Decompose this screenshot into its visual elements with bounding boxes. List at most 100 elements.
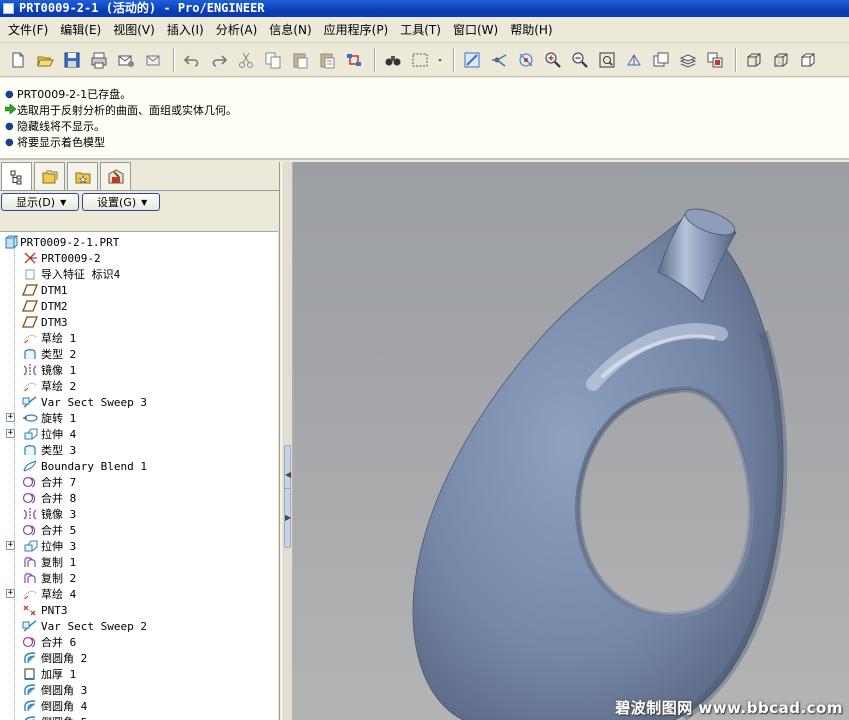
tree-item[interactable]: 合并 8 bbox=[0, 490, 278, 506]
menu-item-5[interactable]: 信息(N) bbox=[263, 21, 317, 38]
tree-item[interactable]: 类型 2 bbox=[0, 346, 278, 362]
tree-item[interactable]: + 草绘 4 bbox=[0, 586, 278, 602]
graphics-window[interactable]: 碧波制图网 www.bbcad.com bbox=[293, 162, 849, 720]
tree-item[interactable]: 复制 2 bbox=[0, 570, 278, 586]
view-manager-button[interactable] bbox=[703, 48, 727, 72]
title-bar[interactable]: PRT0009-2-1 (活动的) - Pro/ENGINEER bbox=[0, 0, 849, 17]
menu-item-6[interactable]: 应用程序(P) bbox=[318, 21, 395, 38]
tree-item[interactable]: Boundary Blend 1 bbox=[0, 458, 278, 474]
wireframe-button[interactable] bbox=[742, 48, 766, 72]
collapse-arrow-icon: ◀ bbox=[285, 470, 292, 479]
zoom-in-button[interactable] bbox=[541, 48, 565, 72]
find-button[interactable] bbox=[381, 48, 405, 72]
tree-item-label: 合并 8 bbox=[41, 492, 77, 505]
tree-item[interactable]: 合并 6 bbox=[0, 634, 278, 650]
tree-item[interactable]: + 拉伸 4 bbox=[0, 426, 278, 442]
expand-plus-icon[interactable]: + bbox=[6, 541, 15, 550]
regenerate-button[interactable] bbox=[342, 48, 366, 72]
tree-item[interactable]: 镜像 1 bbox=[0, 362, 278, 378]
expand-plus-icon[interactable]: + bbox=[6, 429, 15, 438]
reorient-button[interactable] bbox=[622, 48, 646, 72]
mail-attach-button[interactable] bbox=[141, 48, 165, 72]
tree-item[interactable]: 草绘 2 bbox=[0, 378, 278, 394]
tree-item[interactable]: 合并 5 bbox=[0, 522, 278, 538]
tree-item[interactable]: 倒圆角 5 bbox=[0, 714, 278, 720]
tab-model-tree[interactable] bbox=[1, 162, 32, 191]
tree-item[interactable]: 草绘 1 bbox=[0, 330, 278, 346]
tree-item-label: 合并 7 bbox=[41, 476, 77, 489]
tree-item[interactable]: 倒圆角 4 bbox=[0, 698, 278, 714]
hidden-line-button[interactable] bbox=[769, 48, 793, 72]
find-icon bbox=[385, 56, 401, 66]
no-hidden-button[interactable] bbox=[796, 48, 820, 72]
paste-button[interactable] bbox=[288, 48, 312, 72]
tree-item[interactable]: 加厚 1 bbox=[0, 666, 278, 682]
saved-views-button[interactable] bbox=[649, 48, 673, 72]
menu-item-9[interactable]: 帮助(H) bbox=[504, 21, 558, 38]
tree-item-label: 倒圆角 5 bbox=[41, 714, 87, 720]
tree-item[interactable]: DTM2 bbox=[0, 298, 278, 314]
redo-button[interactable] bbox=[207, 48, 231, 72]
tree-item[interactable]: 合并 7 bbox=[0, 474, 278, 490]
spin-center-button[interactable] bbox=[487, 48, 511, 72]
menu-item-8[interactable]: 窗口(W) bbox=[447, 21, 504, 38]
menu-item-0[interactable]: 文件(F) bbox=[2, 21, 54, 38]
settings-dropdown[interactable]: 设置(G) ▼ bbox=[82, 193, 160, 211]
tree-item[interactable]: 复制 1 bbox=[0, 554, 278, 570]
save-button[interactable] bbox=[60, 48, 84, 72]
show-dropdown[interactable]: 显示(D) ▼ bbox=[1, 193, 79, 211]
tree-item[interactable]: 镜像 3 bbox=[0, 506, 278, 522]
tree-item[interactable]: 导入特征 标识4 bbox=[0, 266, 278, 282]
repaint-button[interactable] bbox=[460, 48, 484, 72]
tree-item[interactable]: 倒圆角 2 bbox=[0, 650, 278, 666]
extrude-icon bbox=[22, 539, 38, 553]
tree-item[interactable]: Var Sect Sweep 3 bbox=[0, 394, 278, 410]
layers-button[interactable] bbox=[676, 48, 700, 72]
tree-item[interactable]: Var Sect Sweep 2 bbox=[0, 618, 278, 634]
select-dropdown-button[interactable] bbox=[435, 48, 445, 72]
print-button[interactable] bbox=[87, 48, 111, 72]
tree-item-label: DTM3 bbox=[41, 315, 68, 329]
refit-button[interactable] bbox=[595, 48, 619, 72]
expand-plus-icon[interactable]: + bbox=[6, 413, 15, 422]
tree-item[interactable]: PNT3 bbox=[0, 602, 278, 618]
menu-item-4[interactable]: 分析(A) bbox=[210, 21, 264, 38]
menu-item-2[interactable]: 视图(V) bbox=[107, 21, 161, 38]
paste-special-button[interactable] bbox=[315, 48, 339, 72]
expand-plus-icon[interactable]: + bbox=[6, 589, 15, 598]
cut-button[interactable] bbox=[234, 48, 258, 72]
orient-button[interactable] bbox=[514, 48, 538, 72]
menu-item-1[interactable]: 编辑(E) bbox=[54, 21, 107, 38]
undo-button[interactable] bbox=[180, 48, 204, 72]
show-dropdown-arrow-icon: ▼ bbox=[60, 197, 67, 207]
revolve-icon bbox=[22, 411, 38, 425]
select-box-button[interactable] bbox=[408, 48, 432, 72]
copy-button[interactable] bbox=[261, 48, 285, 72]
tab-favorites[interactable] bbox=[67, 162, 98, 190]
sketch-icon bbox=[22, 331, 38, 345]
tree-item[interactable]: 类型 3 bbox=[0, 442, 278, 458]
new-file-icon bbox=[12, 52, 24, 68]
tab-folder-browser[interactable] bbox=[34, 162, 65, 190]
tree-root[interactable]: PRT0009-2-1.PRT bbox=[0, 234, 278, 250]
round-icon bbox=[22, 699, 38, 713]
menu-item-7[interactable]: 工具(T) bbox=[394, 21, 447, 38]
tree-item[interactable]: + 拉伸 3 bbox=[0, 538, 278, 554]
tree-item-label: 类型 2 bbox=[41, 348, 77, 361]
panel-splitter[interactable]: ◀ ▶ bbox=[281, 162, 293, 720]
menu-item-3[interactable]: 插入(I) bbox=[161, 21, 210, 38]
tree-item[interactable]: + 旋转 1 bbox=[0, 410, 278, 426]
new-file-button[interactable] bbox=[6, 48, 30, 72]
tree-item-label: Var Sect Sweep 3 bbox=[41, 395, 147, 409]
open-file-button[interactable] bbox=[33, 48, 57, 72]
send-mail-button[interactable] bbox=[114, 48, 138, 72]
message-text: PRT0009-2-1已存盘。 bbox=[17, 88, 132, 101]
tree-item[interactable]: PRT0009-2 bbox=[0, 250, 278, 266]
tab-connections[interactable] bbox=[100, 162, 131, 190]
tree-item[interactable]: 倒圆角 3 bbox=[0, 682, 278, 698]
datum-plane-icon bbox=[22, 315, 38, 329]
tree-item[interactable]: DTM3 bbox=[0, 314, 278, 330]
zoom-out-button[interactable] bbox=[568, 48, 592, 72]
tree-item[interactable]: DTM1 bbox=[0, 282, 278, 298]
expand-grip[interactable]: ▶ bbox=[284, 488, 291, 548]
